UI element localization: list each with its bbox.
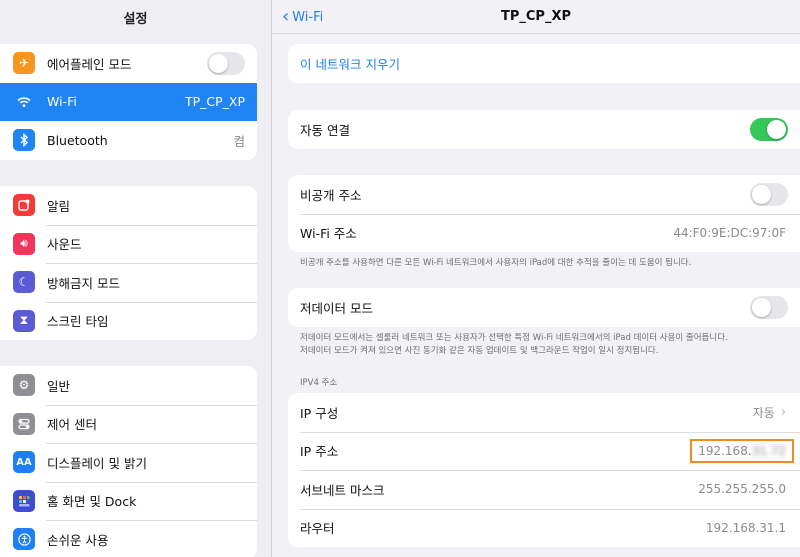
low-data-note-line-2: 저데이터 모드가 켜져 있으면 사진 동기화 같은 자동 업데이트 및 백그라운…: [300, 346, 659, 356]
address-card: 비공개 주소 Wi-Fi 주소 44:F0:9E:DC:97:0F: [288, 175, 800, 252]
subnet-mask-row: 서브네트 마스크 255.255.255.0: [288, 470, 800, 509]
low-data-note: 저데이터 모드에서는 셀룰러 네트워크 또는 사용자가 선택한 특정 Wi-Fi…: [300, 332, 795, 358]
forget-network-card: 이 네트워크 지우기: [288, 44, 800, 83]
low-data-note-line-1: 저데이터 모드에서는 셀룰러 네트워크 또는 사용자가 선택한 특정 Wi-Fi…: [300, 333, 728, 343]
sidebar-item-label: 사운드: [47, 237, 82, 253]
router-label: 라우터: [300, 521, 335, 537]
sound-icon: 🔊︎: [13, 232, 35, 255]
ipv4-section-header: IPV4 주소: [300, 378, 338, 388]
airplane-icon: ✈: [13, 52, 35, 75]
ipv4-card: IP 구성 자동 › IP 주소 192.168.31.72 서브네트 마스크 …: [288, 393, 800, 547]
sidebar-item-label: Wi-Fi: [47, 94, 77, 110]
private-address-note: 비공개 주소를 사용하면 다른 모든 Wi-Fi 네트워크에서 사용자의 iPa…: [300, 258, 692, 268]
private-address-row: 비공개 주소: [288, 175, 800, 214]
accessibility-icon: [13, 528, 35, 551]
auto-join-toggle[interactable]: [750, 117, 788, 141]
sidebar-item-label: 제어 센터: [47, 417, 97, 433]
chevron-right-icon: ›: [780, 404, 786, 420]
chevron-left-icon: ‹: [282, 5, 290, 27]
settings-sidebar: 설정 ✈ 에어플레인 모드 Wi-Fi TP_CP_XP Bluetooth 켬: [0, 0, 272, 557]
low-data-card: 저데이터 모드: [288, 288, 800, 327]
low-data-label: 저데이터 모드: [300, 300, 373, 316]
ip-address-row: IP 주소 192.168.31.72: [288, 431, 800, 471]
sidebar-item-wifi[interactable]: Wi-Fi TP_CP_XP: [0, 82, 257, 121]
sidebar-group-general: ⚙ 일반 제어 센터 AA 디스플레이 및 밝기 홈 화면 및 Dock 손쉬운…: [0, 366, 257, 557]
wifi-address-label: Wi-Fi 주소: [300, 226, 357, 242]
auto-join-row: 자동 연결: [288, 110, 800, 149]
sidebar-item-label: 디스플레이 및 밝기: [47, 455, 147, 471]
ip-address-highlight: 192.168.31.72: [690, 438, 794, 463]
gear-icon: ⚙: [13, 374, 35, 397]
ip-config-label: IP 구성: [300, 405, 339, 421]
sidebar-item-notifications[interactable]: 알림: [0, 186, 257, 225]
sidebar-item-label: 손쉬운 사용: [47, 532, 109, 548]
ip-address-label: IP 주소: [300, 444, 339, 460]
wifi-icon: [13, 90, 35, 113]
sidebar-item-label: Bluetooth: [47, 132, 108, 148]
sidebar-item-label: 일반: [47, 378, 71, 394]
back-label: Wi-Fi: [292, 9, 324, 25]
sidebar-item-label: 방해금지 모드: [47, 275, 120, 291]
auto-join-label: 자동 연결: [300, 122, 350, 138]
sidebar-group-notifications: 알림 🔊︎ 사운드 ☾ 방해금지 모드 ⧗ 스크린 타임: [0, 186, 257, 340]
ip-config-value: 자동: [752, 405, 775, 420]
page-title: TP_CP_XP: [500, 9, 571, 24]
airplane-mode-toggle[interactable]: [207, 51, 245, 75]
sidebar-item-sound[interactable]: 🔊︎ 사운드: [0, 224, 257, 264]
wifi-address-value: 44:F0:9E:DC:97:0F: [673, 225, 786, 240]
router-row: 라우터 192.168.31.1: [288, 508, 800, 548]
private-address-toggle[interactable]: [750, 182, 788, 206]
notifications-icon: [13, 194, 35, 217]
sidebar-item-label: 홈 화면 및 Dock: [47, 494, 137, 510]
control-center-icon: [13, 412, 35, 435]
subnet-mask-value: 255.255.255.0: [698, 482, 786, 497]
display-icon: AA: [13, 451, 35, 474]
low-data-toggle[interactable]: [750, 295, 788, 319]
sidebar-item-airplane-mode[interactable]: ✈ 에어플레인 모드: [0, 44, 257, 83]
forget-network-label: 이 네트워크 지우기: [300, 56, 400, 72]
sidebar-item-display-brightness[interactable]: AA 디스플레이 및 밝기: [0, 443, 257, 482]
moon-icon: ☾: [13, 271, 35, 294]
sidebar-item-bluetooth[interactable]: Bluetooth 켬: [0, 121, 257, 160]
sidebar-item-label: 알림: [47, 198, 71, 214]
sidebar-item-accessibility[interactable]: 손쉬운 사용: [0, 520, 257, 557]
sidebar-item-label: 에어플레인 모드: [47, 56, 132, 72]
auto-join-card: 자동 연결: [288, 110, 800, 149]
private-address-label: 비공개 주소: [300, 187, 362, 203]
wifi-detail-pane: ‹ Wi-Fi TP_CP_XP 이 네트워크 지우기 자동 연결 비공개 주소…: [272, 0, 800, 557]
ip-config-row[interactable]: IP 구성 자동 ›: [288, 393, 800, 432]
subnet-mask-label: 서브네트 마스크: [300, 482, 385, 498]
low-data-row: 저데이터 모드: [288, 288, 800, 327]
ip-address-redacted: 31.72: [751, 443, 786, 458]
sidebar-item-home-screen-dock[interactable]: 홈 화면 및 Dock: [0, 481, 257, 521]
sidebar-group-connectivity: ✈ 에어플레인 모드 Wi-Fi TP_CP_XP Bluetooth 켬: [0, 44, 257, 160]
back-button[interactable]: ‹ Wi-Fi: [282, 0, 323, 34]
sidebar-item-screen-time[interactable]: ⧗ 스크린 타임: [0, 301, 257, 341]
navigation-bar: ‹ Wi-Fi TP_CP_XP: [272, 0, 800, 34]
ip-address-value: 192.168.: [698, 443, 752, 458]
wifi-address-row: Wi-Fi 주소 44:F0:9E:DC:97:0F: [288, 213, 800, 253]
hourglass-icon: ⧗: [13, 309, 35, 332]
sidebar-item-label: 스크린 타임: [47, 314, 109, 330]
bluetooth-status: 켬: [233, 133, 245, 149]
router-value: 192.168.31.1: [705, 520, 786, 535]
sidebar-item-control-center[interactable]: 제어 센터: [0, 404, 257, 444]
wifi-network-name: TP_CP_XP: [184, 94, 245, 110]
sidebar-item-do-not-disturb[interactable]: ☾ 방해금지 모드: [0, 263, 257, 302]
home-screen-icon: [13, 489, 35, 512]
sidebar-item-general[interactable]: ⚙ 일반: [0, 366, 257, 405]
forget-network-button[interactable]: 이 네트워크 지우기: [288, 44, 800, 83]
sidebar-title: 설정: [123, 11, 148, 27]
bluetooth-icon: [13, 129, 35, 152]
